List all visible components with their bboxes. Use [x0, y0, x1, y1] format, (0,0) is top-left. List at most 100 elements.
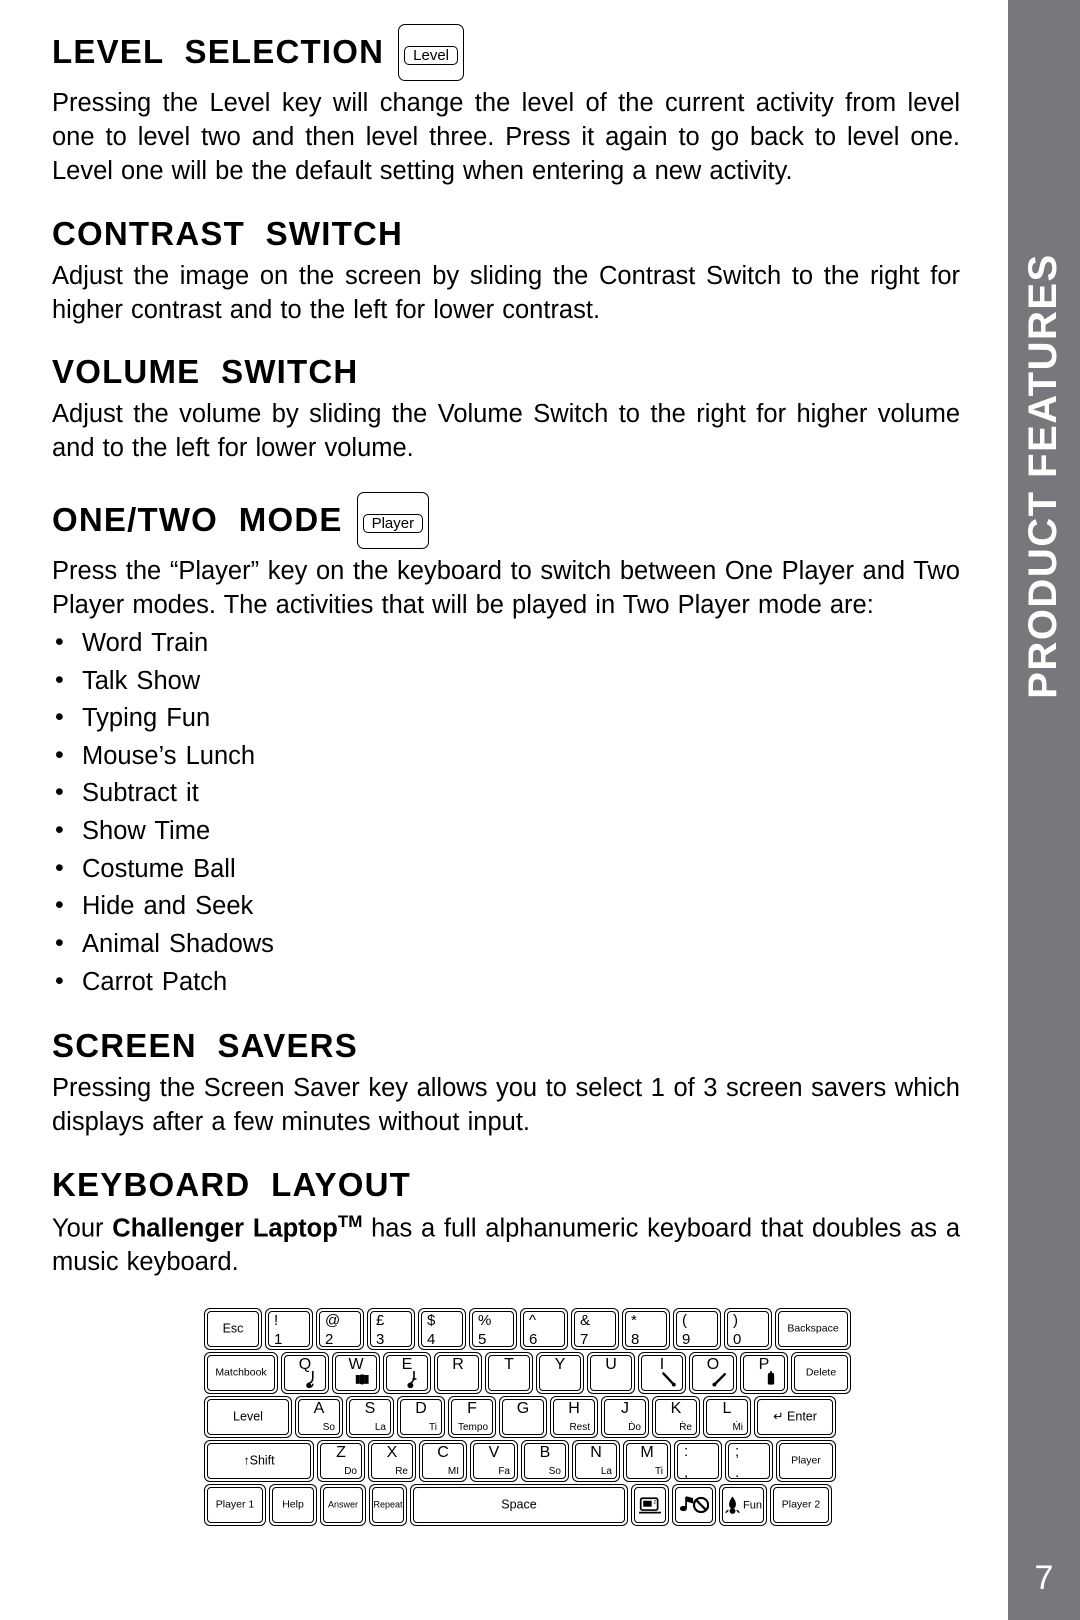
key-k[interactable]: K Ṙe	[652, 1396, 700, 1438]
key-face: Space	[413, 1487, 625, 1523]
key-face: ↑Shift	[207, 1443, 311, 1479]
key-fun[interactable]: Fun	[719, 1484, 767, 1526]
key-screen-saver[interactable]: z	[631, 1484, 669, 1526]
key-s[interactable]: S La	[346, 1396, 394, 1438]
key-esc[interactable]: Esc	[204, 1308, 262, 1350]
key-1[interactable]: ! 1	[265, 1308, 313, 1350]
key-answer[interactable]: Answer	[320, 1484, 366, 1526]
key-face: £3	[370, 1311, 412, 1347]
key-shift-symbol: ^	[529, 1312, 537, 1329]
key-t[interactable]: T	[485, 1352, 533, 1394]
key-v[interactable]: V Fa	[470, 1440, 518, 1482]
key-base-symbol: 9	[682, 1331, 691, 1347]
key-l[interactable]: L Ṁi	[703, 1396, 751, 1438]
key-base-symbol: ,	[684, 1464, 689, 1479]
keyboard-diagram: Esc! 1 @2 £3 $4% 5 ^ 6 & 7 * 8(9) 0 Backspace Matchboo…	[204, 1308, 851, 1528]
key-label: Help	[282, 1498, 304, 1511]
key-q[interactable]: Q	[281, 1352, 329, 1394]
key-g[interactable]: G	[499, 1396, 547, 1438]
key-face: :,	[677, 1443, 719, 1479]
key-player-2[interactable]: Player 2	[770, 1484, 832, 1526]
activity-list-item: Mouse’s Lunch	[52, 737, 960, 776]
key-f[interactable]: F Tempo	[448, 1396, 496, 1438]
key-level[interactable]: Level	[204, 1396, 292, 1438]
key-label: Player	[791, 1454, 821, 1467]
key-face: * 8	[625, 1311, 667, 1347]
key-u[interactable]: U	[587, 1352, 635, 1394]
heading-contrast-switch-text: CONTRAST SWITCH	[52, 214, 404, 252]
key-face: D Ti	[400, 1399, 442, 1435]
svg-text:z: z	[653, 1499, 656, 1505]
key-player[interactable]: Player	[776, 1440, 836, 1482]
accordion-icon	[355, 1370, 371, 1388]
key-player-1[interactable]: Player 1	[204, 1484, 266, 1526]
heading-level-selection-text: LEVEL SELECTION	[52, 33, 385, 71]
key-j[interactable]: J Ḋo	[601, 1396, 649, 1438]
key-o[interactable]: O	[689, 1352, 737, 1394]
key-face: H Rest	[553, 1399, 595, 1435]
key-face: V Fa	[473, 1443, 515, 1479]
key-4[interactable]: $4	[418, 1308, 466, 1350]
key-6[interactable]: ^ 6	[520, 1308, 568, 1350]
key-help[interactable]: Help	[269, 1484, 317, 1526]
key-music-note-label: Ṙe	[679, 1422, 692, 1433]
key-face: C MI	[422, 1443, 464, 1479]
key-face: A So	[298, 1399, 340, 1435]
key-h[interactable]: H Rest	[550, 1396, 598, 1438]
key-music-note-label: Do	[344, 1466, 357, 1477]
key-label: H	[568, 1400, 580, 1417]
key-music-note-label: So	[322, 1422, 335, 1433]
key-8[interactable]: * 8	[622, 1308, 670, 1350]
key-9[interactable]: (9	[673, 1308, 721, 1350]
activity-list-item: Carrot Patch	[52, 963, 960, 1002]
key-shift[interactable]: ↑Shift	[204, 1440, 314, 1482]
key-face	[675, 1487, 713, 1523]
key-face: X Re	[371, 1443, 413, 1479]
heading-contrast-switch: CONTRAST SWITCH	[52, 215, 960, 254]
body-volume-switch: Adjust the volume by sliding the Volume …	[52, 400, 960, 463]
key-0[interactable]: ) 0	[724, 1308, 772, 1350]
key-c[interactable]: C MI	[419, 1440, 467, 1482]
key-label: Z	[336, 1444, 346, 1461]
side-band: PRODUCT FEATURES 7	[1008, 0, 1080, 1620]
key-matchbook[interactable]: Matchbook	[204, 1352, 278, 1394]
key-y[interactable]: Y	[536, 1352, 584, 1394]
key-p[interactable]: P	[740, 1352, 788, 1394]
body-contrast-switch: Adjust the image on the screen by slidin…	[52, 261, 960, 324]
key-3[interactable]: £3	[367, 1308, 415, 1350]
level-key-badge-label: Level	[404, 46, 458, 65]
key-2[interactable]: @2	[316, 1308, 364, 1350]
key-z[interactable]: Z Do	[317, 1440, 365, 1482]
key-m[interactable]: M Ti	[623, 1440, 671, 1482]
key-5[interactable]: % 5	[469, 1308, 517, 1350]
key-7[interactable]: & 7	[571, 1308, 619, 1350]
activity-list-item: Talk Show	[52, 662, 960, 701]
heading-one-two-mode: ONE/TWO MODE Player	[52, 492, 960, 550]
key-i[interactable]: I	[638, 1352, 686, 1394]
key-backspace[interactable]: Backspace	[775, 1308, 851, 1350]
key-b[interactable]: B So	[521, 1440, 569, 1482]
key-face: Help	[272, 1487, 314, 1523]
key-delete[interactable]: Delete	[791, 1352, 851, 1394]
key-face: (9	[676, 1311, 718, 1347]
key-w[interactable]: W	[332, 1352, 380, 1394]
key-enter[interactable]: ↵ Enter	[754, 1396, 836, 1438]
key-face: Z Do	[320, 1443, 362, 1479]
key-music[interactable]	[672, 1484, 716, 1526]
key-shift-symbol: &	[580, 1312, 591, 1329]
key-e[interactable]: E	[383, 1352, 431, 1394]
key-r[interactable]: R	[434, 1352, 482, 1394]
key-a[interactable]: A So	[295, 1396, 343, 1438]
key-x[interactable]: X Re	[368, 1440, 416, 1482]
key-label: T	[504, 1356, 514, 1373]
key-semicolon[interactable]: ;.	[725, 1440, 773, 1482]
key-d[interactable]: D Ti	[397, 1396, 445, 1438]
key-colon[interactable]: :,	[674, 1440, 722, 1482]
key-face: Q	[284, 1355, 326, 1391]
key-repeat[interactable]: Repeat	[369, 1484, 407, 1526]
key-space[interactable]: Space	[410, 1484, 628, 1526]
two-player-activity-list: Word TrainTalk ShowTyping FunMouse’s Lun…	[52, 624, 960, 1002]
key-n[interactable]: N La	[572, 1440, 620, 1482]
key-label: Space	[501, 1497, 537, 1512]
key-music-note-label: Re	[395, 1466, 408, 1477]
